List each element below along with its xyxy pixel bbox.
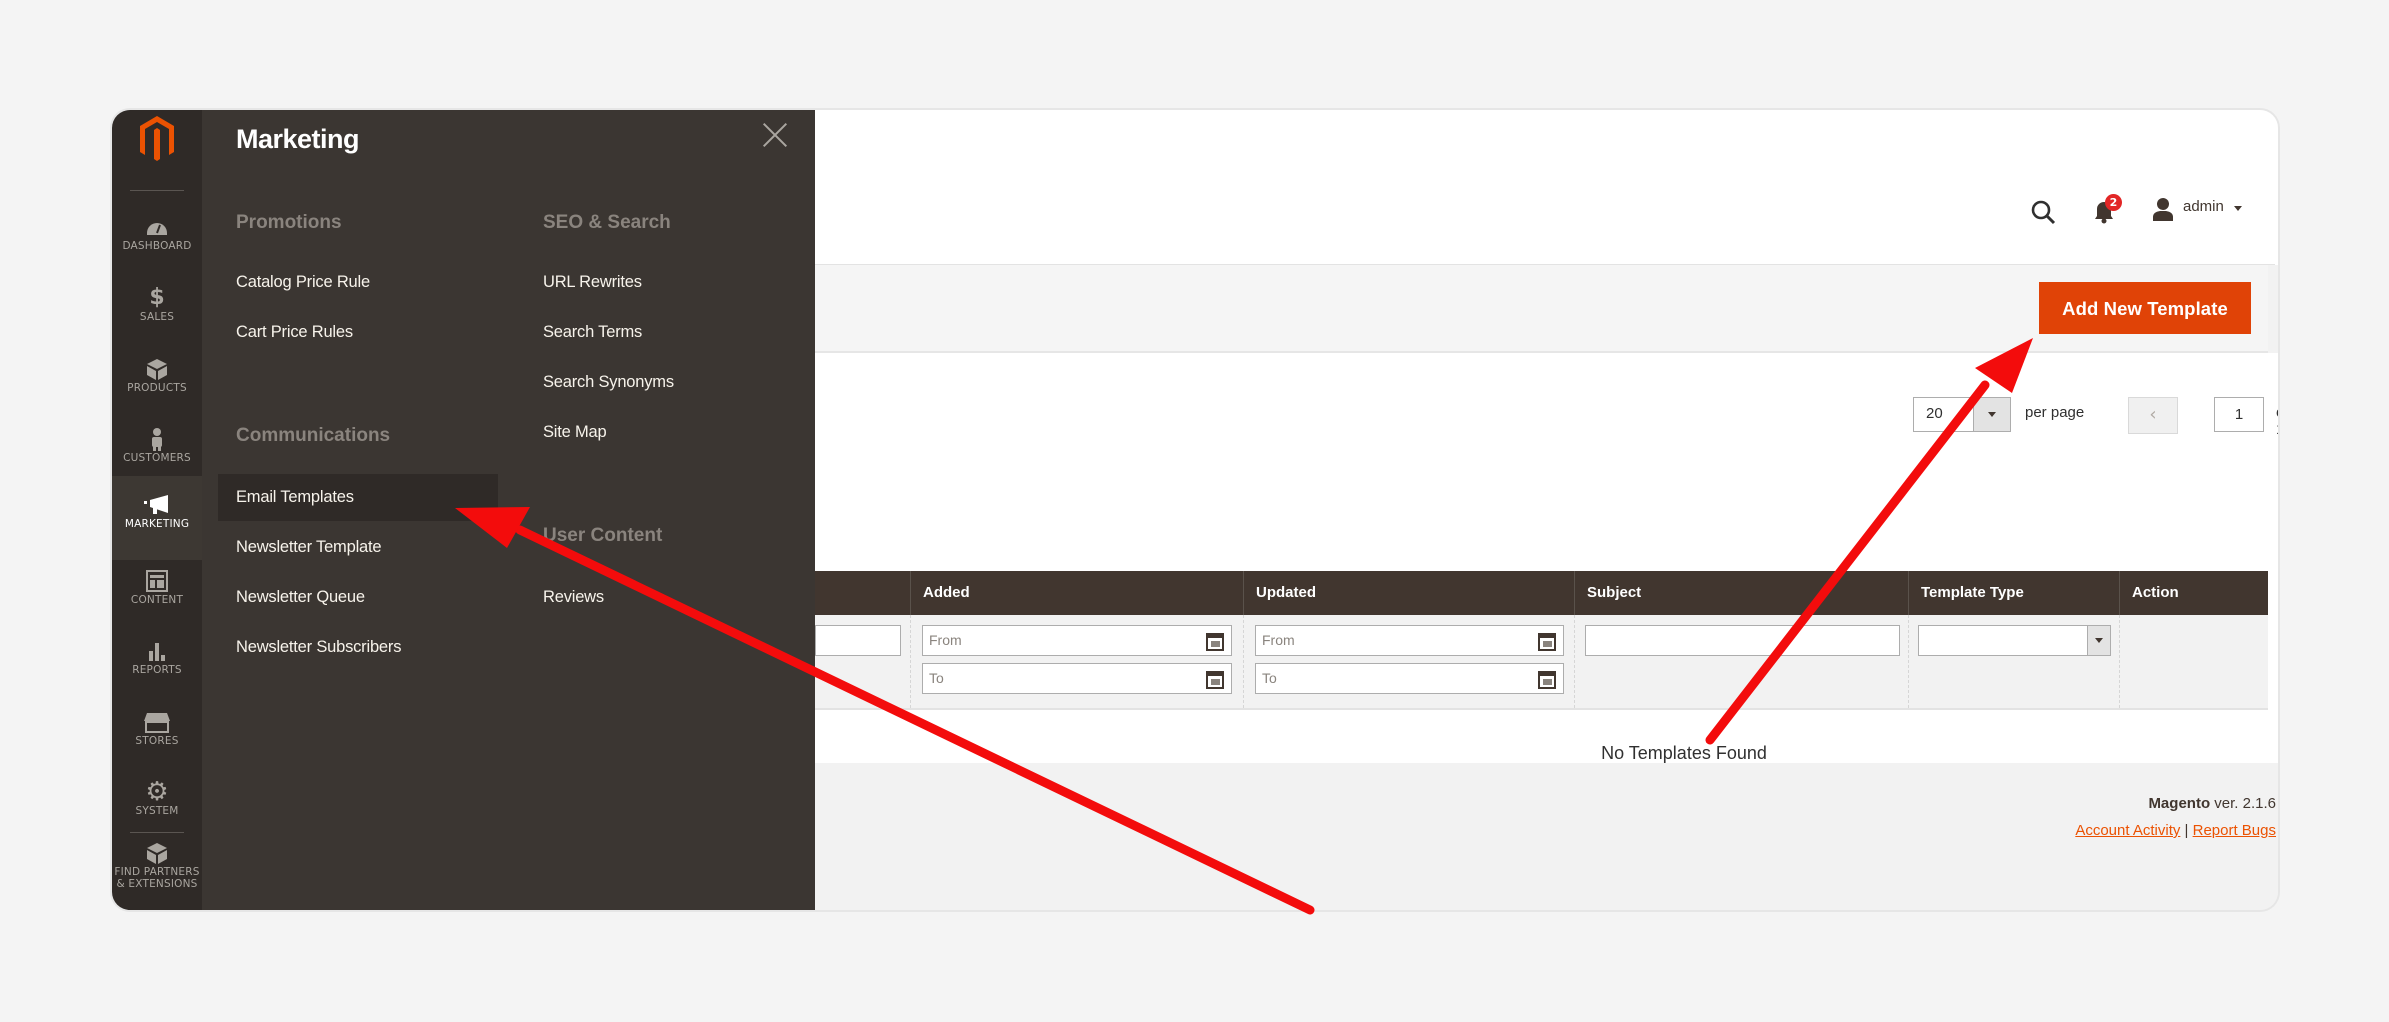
extensions-icon <box>147 843 167 864</box>
per-page-select[interactable]: 20 <box>1913 397 2011 432</box>
nav-divider <box>130 190 184 191</box>
filter-cell-updated: From To <box>1243 615 1575 708</box>
page-header: 2 admin <box>815 110 2278 265</box>
chevron-down-icon[interactable] <box>2234 206 2242 211</box>
box-icon <box>147 359 167 380</box>
chevron-left-icon: ‹ <box>2149 404 2157 425</box>
layout-icon <box>146 570 168 592</box>
bar-chart-icon <box>149 643 165 661</box>
admin-window: Dashboard $ Sales Products Customers Mar… <box>112 110 2278 910</box>
dashboard-icon <box>147 223 167 235</box>
magento-logo-icon[interactable] <box>130 110 184 174</box>
template-type-select[interactable] <box>1918 625 2111 656</box>
filter-input[interactable] <box>815 625 901 656</box>
updated-to-input[interactable]: To <box>1255 663 1564 694</box>
menu-item-url-rewrites[interactable]: URL Rewrites <box>543 273 642 292</box>
menu-item-newsletter-template[interactable]: Newsletter Template <box>236 538 382 557</box>
menu-item-email-templates[interactable]: Email Templates <box>218 474 498 521</box>
filter-cell-action <box>2119 615 2269 708</box>
admin-sidebar: Dashboard $ Sales Products Customers Mar… <box>112 110 202 910</box>
nav-item-marketing[interactable]: Marketing <box>112 476 202 560</box>
user-menu[interactable]: admin <box>2183 198 2224 215</box>
chevron-down-icon <box>1988 412 1996 417</box>
nav-item-system[interactable]: ⚙ System <box>112 769 202 839</box>
nav-item-reports[interactable]: Reports <box>112 628 202 698</box>
column-header-updated[interactable]: Updated <box>1243 571 1574 615</box>
version-info: Magento ver. 2.1.6 <box>2148 795 2276 812</box>
report-bugs-link[interactable]: Report Bugs <box>2193 822 2276 839</box>
page-count-label: of 1 <box>2276 404 2278 438</box>
column-header-added[interactable]: Added <box>910 571 1243 615</box>
grid-header: Added Updated Subject Template Type Acti… <box>815 571 2268 615</box>
per-page-label: per page <box>2025 404 2085 421</box>
empty-message: No Templates Found <box>1601 743 1767 763</box>
filter-cell-subject <box>1574 615 1909 708</box>
template-type-dropdown-button[interactable] <box>2087 626 2110 655</box>
calendar-icon[interactable] <box>1537 669 1557 689</box>
filter-cell-added: From To <box>910 615 1244 708</box>
menu-item-reviews[interactable]: Reviews <box>543 588 604 607</box>
group-title-communications: Communications <box>236 425 391 446</box>
added-to-input[interactable]: To <box>922 663 1232 694</box>
group-title-user-content: User Content <box>543 525 663 546</box>
nav-item-stores[interactable]: Stores <box>112 699 202 769</box>
main-content: 2 admin Add New Template 20 per page ‹ 1… <box>815 110 2278 910</box>
nav-item-products[interactable]: Products <box>112 346 202 416</box>
column-header-subject[interactable]: Subject <box>1574 571 1908 615</box>
page-number-input[interactable]: 1 <box>2214 397 2264 432</box>
close-icon[interactable] <box>762 122 788 148</box>
grid-filters: From To From To <box>815 615 2268 710</box>
footer-links: Account Activity | Report Bugs <box>2075 822 2276 839</box>
dollar-icon: $ <box>149 285 165 310</box>
calendar-icon[interactable] <box>1537 631 1557 651</box>
group-title-promotions: Promotions <box>236 212 342 233</box>
subject-filter-input[interactable] <box>1585 625 1900 656</box>
add-new-template-button[interactable]: Add New Template <box>2039 282 2251 334</box>
user-icon[interactable] <box>2152 197 2174 223</box>
per-page-dropdown-button[interactable] <box>1973 398 2010 431</box>
menu-item-catalog-price-rule[interactable]: Catalog Price Rule <box>236 273 370 292</box>
calendar-icon[interactable] <box>1205 631 1225 651</box>
person-icon <box>152 428 162 451</box>
notification-badge: 2 <box>2105 194 2122 211</box>
nav-item-dashboard[interactable]: Dashboard <box>112 204 202 274</box>
marketing-flyout-menu: Marketing Promotions Catalog Price Rule … <box>202 110 815 910</box>
added-from-input[interactable]: From <box>922 625 1232 656</box>
menu-item-search-synonyms[interactable]: Search Synonyms <box>543 373 674 392</box>
flyout-title: Marketing <box>236 124 360 154</box>
megaphone-icon <box>144 495 168 514</box>
chevron-down-icon <box>2095 638 2103 643</box>
search-icon[interactable] <box>2028 197 2058 227</box>
updated-from-input[interactable]: From <box>1255 625 1564 656</box>
filter-cell-template-type <box>1908 615 2120 708</box>
nav-item-find-partners[interactable]: Find Partners & Extensions <box>112 832 202 910</box>
column-header-template-type[interactable]: Template Type <box>1908 571 2119 615</box>
account-activity-link[interactable]: Account Activity <box>2075 822 2180 839</box>
gear-icon: ⚙ <box>145 777 169 807</box>
page-actions: Add New Template <box>815 265 2268 353</box>
grid-container: 20 per page ‹ 1 of 1 › Added Updated Sub… <box>815 353 2278 804</box>
menu-item-search-terms[interactable]: Search Terms <box>543 323 642 342</box>
column-header-action: Action <box>2119 571 2268 615</box>
storefront-icon <box>144 713 170 733</box>
nav-item-sales[interactable]: $ Sales <box>112 275 202 345</box>
calendar-icon[interactable] <box>1205 669 1225 689</box>
page-footer: Magento ver. 2.1.6 Account Activity | Re… <box>815 763 2278 910</box>
previous-page-button[interactable]: ‹ <box>2128 397 2178 434</box>
menu-item-cart-price-rules[interactable]: Cart Price Rules <box>236 323 353 342</box>
menu-item-site-map[interactable]: Site Map <box>543 423 607 442</box>
menu-item-newsletter-queue[interactable]: Newsletter Queue <box>236 588 365 607</box>
menu-item-newsletter-subscribers[interactable]: Newsletter Subscribers <box>236 638 401 657</box>
group-title-seo-search: SEO & Search <box>543 212 671 233</box>
nav-item-content[interactable]: Content <box>112 558 202 628</box>
